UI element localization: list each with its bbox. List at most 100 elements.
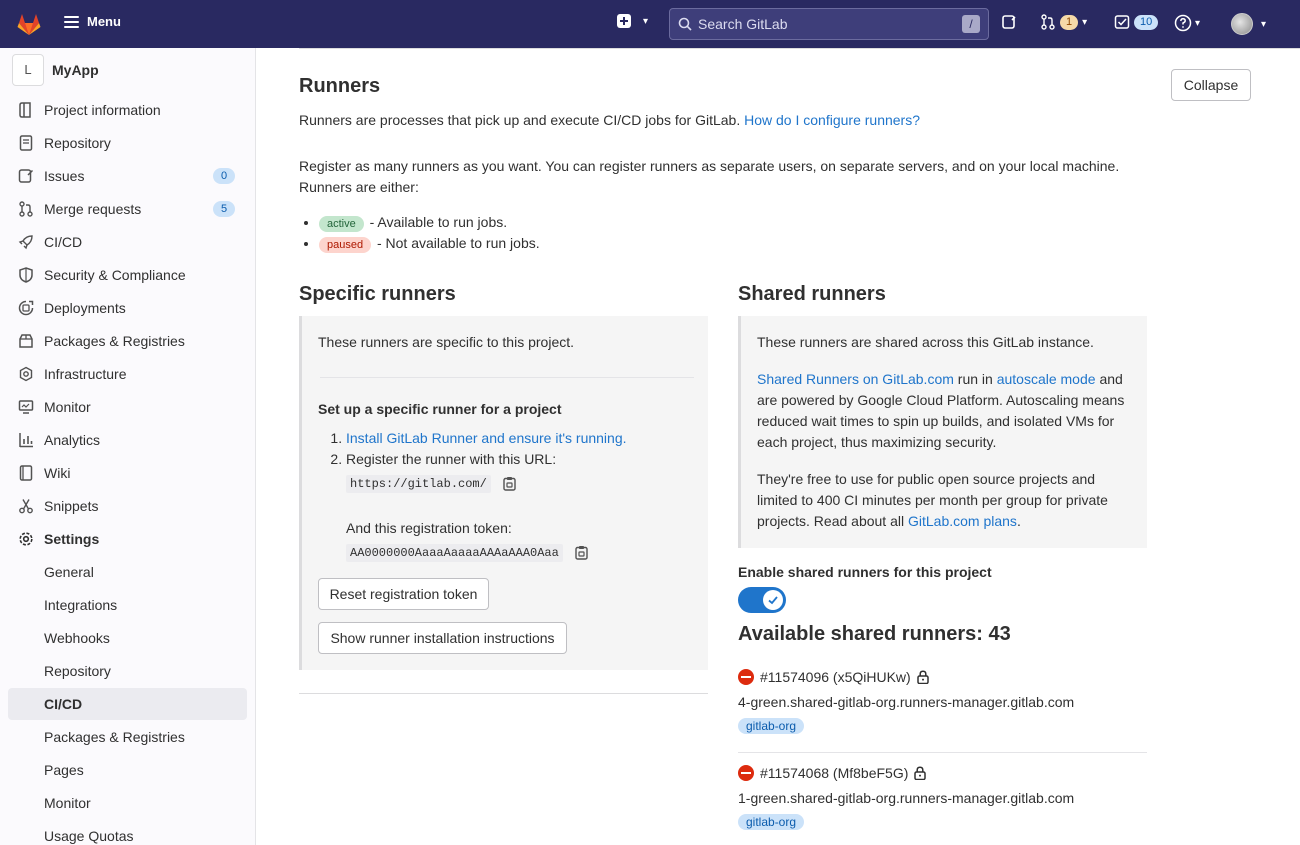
issues-shortcut-button[interactable] — [1001, 14, 1017, 30]
register-line-2: Runners are either: — [299, 179, 419, 195]
sidebar-subitem-label: Integrations — [44, 597, 118, 613]
sidebar-item-label: Analytics — [44, 432, 101, 448]
sidebar-subitem-label: Webhooks — [44, 630, 110, 646]
setup-steps-list: Install GitLab Runner and ensure it's ru… — [328, 428, 627, 564]
new-dropdown-button[interactable]: ▾ — [617, 14, 648, 28]
sidebar-subitem-monitor[interactable]: Monitor — [8, 787, 247, 819]
sidebar-item-label: Security & Compliance — [44, 267, 186, 283]
sidebar-item-merge-requests[interactable]: Merge requests 5 — [8, 193, 247, 225]
merge-requests-shortcut-button[interactable]: 1 ▾ — [1040, 14, 1087, 30]
registration-token-label: And this registration token: — [346, 520, 512, 536]
sidebar-subitem-label: Pages — [44, 762, 84, 778]
sidebar-item-label: Project information — [44, 102, 161, 118]
specific-runners-title: Specific runners — [299, 283, 456, 305]
sidebar-item-label: Issues — [44, 168, 85, 184]
scissors-icon — [18, 498, 34, 514]
sidebar-item-label: CI/CD — [44, 234, 83, 250]
install-runner-link[interactable]: Install GitLab Runner and ensure it's ru… — [346, 430, 627, 446]
info-text: and — [1099, 371, 1123, 387]
sidebar-item-monitor[interactable]: Monitor — [8, 391, 247, 423]
copy-url-icon[interactable] — [503, 476, 516, 491]
runners-intro: Runners are processes that pick up and e… — [299, 110, 920, 131]
sidebar-subitem-integrations[interactable]: Integrations — [8, 589, 247, 621]
project-name: MyApp — [52, 62, 99, 78]
todos-button[interactable]: 10 — [1114, 14, 1159, 30]
package-icon — [18, 333, 34, 349]
chevron-down-icon: ▾ — [1261, 18, 1267, 30]
runners-intro-text: Runners are processes that pick up and e… — [299, 112, 741, 128]
help-button[interactable]: ▾ — [1174, 14, 1200, 32]
sidebar-item-analytics[interactable]: Analytics — [8, 424, 247, 456]
sidebar-item-security-compliance[interactable]: Security & Compliance — [8, 259, 247, 291]
show-runner-installation-button[interactable]: Show runner installation instructions — [318, 622, 567, 654]
lock-icon — [916, 670, 929, 684]
runner-tag-badge: gitlab-org — [738, 814, 805, 830]
registration-token-code: AA0000000AaaaAaaaaAAAaAAA0Aaa — [346, 544, 563, 562]
configure-runners-link[interactable]: How do I configure runners? — [744, 112, 920, 128]
paused-status-badge: paused — [319, 237, 372, 253]
sidebar-item-project-information[interactable]: Project information — [8, 94, 247, 126]
gitlab-logo-icon[interactable] — [16, 12, 42, 36]
sidebar-item-repository[interactable]: Repository — [8, 127, 247, 159]
register-line-1: Register as many runners as you want. Yo… — [299, 158, 1120, 174]
sidebar-item-packages-registries[interactable]: Packages & Registries — [8, 325, 247, 357]
sidebar-item-infrastructure[interactable]: Infrastructure — [8, 358, 247, 390]
avatar — [1231, 13, 1253, 35]
gitlab-plans-link[interactable]: GitLab.com plans — [908, 513, 1017, 529]
info-text: each project, thus maximizing security. — [757, 434, 997, 450]
sidebar-item-settings[interactable]: Settings — [8, 523, 247, 555]
sidebar-subitem-label: Monitor — [44, 795, 91, 811]
sidebar-item-ci-cd[interactable]: CI/CD — [8, 226, 247, 258]
sidebar-subitem-packages-registries[interactable]: Packages & Registries — [8, 721, 247, 753]
sidebar-subitem-repository[interactable]: Repository — [8, 655, 247, 687]
info-text: run in — [957, 371, 993, 387]
sidebar-item-snippets[interactable]: Snippets — [8, 490, 247, 522]
sidebar-subitem-general[interactable]: General — [8, 556, 247, 588]
runner-host: 4-green.shared-gitlab-org.runners-manage… — [738, 694, 1075, 710]
autoscale-mode-link[interactable]: autoscale mode — [997, 371, 1096, 387]
info-text: reduced wait times to spin up builds, an… — [757, 413, 1115, 429]
shared-runners-link[interactable]: Shared Runners on GitLab.com — [757, 371, 954, 387]
chevron-down-icon: ▾ — [1195, 17, 1201, 29]
sidebar-subitem-pages[interactable]: Pages — [8, 754, 247, 786]
active-status-badge: active — [319, 216, 364, 232]
sidebar-subitem-usage-quotas[interactable]: Usage Quotas — [8, 820, 247, 845]
free-text: They're free to use for public open sour… — [757, 471, 1096, 487]
todos-count-badge: 10 — [1134, 14, 1159, 30]
search-shortcut-key: / — [962, 15, 980, 33]
runner-id[interactable]: #11574068 (Mf8beF5G) — [760, 765, 908, 781]
enable-shared-runners-toggle[interactable] — [738, 587, 786, 613]
sidebar-item-label: Deployments — [44, 300, 126, 316]
wiki-icon — [18, 465, 34, 481]
specific-runners-description: These runners are specific to this proje… — [318, 334, 575, 350]
list-item: #11574068 (Mf8beF5G) 1-green.shared-gitl… — [738, 765, 1147, 830]
chevron-down-icon: ▾ — [1082, 16, 1088, 28]
sidebar-item-deployments[interactable]: Deployments — [8, 292, 247, 324]
rocket-icon — [18, 234, 34, 250]
sidebar-item-label: Repository — [44, 135, 111, 151]
sidebar-item-issues[interactable]: Issues 0 — [8, 160, 247, 192]
top-navbar: Menu ▾ Search GitLab / 1 ▾ 10 ▾ ▾ — [0, 0, 1300, 48]
sidebar-subitem-webhooks[interactable]: Webhooks — [8, 622, 247, 654]
book-icon — [18, 135, 34, 151]
collapse-button[interactable]: Collapse — [1171, 69, 1251, 101]
shared-runners-info-line: Shared Runners on GitLab.com run in auto… — [757, 369, 1123, 390]
search-input[interactable]: Search GitLab / — [669, 8, 989, 40]
sidebar-item-wiki[interactable]: Wiki — [8, 457, 247, 489]
reset-registration-token-button[interactable]: Reset registration token — [318, 578, 489, 610]
active-description: - Available to run jobs. — [369, 214, 508, 230]
copy-token-icon[interactable] — [575, 545, 588, 560]
hamburger-icon — [64, 15, 79, 28]
main-content: Runners Collapse Runners are processes t… — [256, 48, 1300, 845]
sidebar-subitem-ci-cd[interactable]: CI/CD — [8, 688, 247, 720]
runner-id[interactable]: #11574096 (x5QiHUKw) — [760, 669, 911, 685]
user-menu-button[interactable]: ▾ — [1231, 13, 1266, 35]
sidebar-subitem-label: Usage Quotas — [44, 828, 134, 844]
project-header[interactable]: L MyApp — [12, 54, 99, 86]
plus-square-icon — [617, 14, 631, 28]
runner-offline-icon — [738, 765, 754, 781]
free-text: projects. Read about all — [757, 513, 905, 529]
register-url-label: Register the runner with this URL: — [346, 451, 557, 467]
section-divider — [299, 48, 1300, 49]
menu-button[interactable]: Menu — [64, 14, 121, 29]
